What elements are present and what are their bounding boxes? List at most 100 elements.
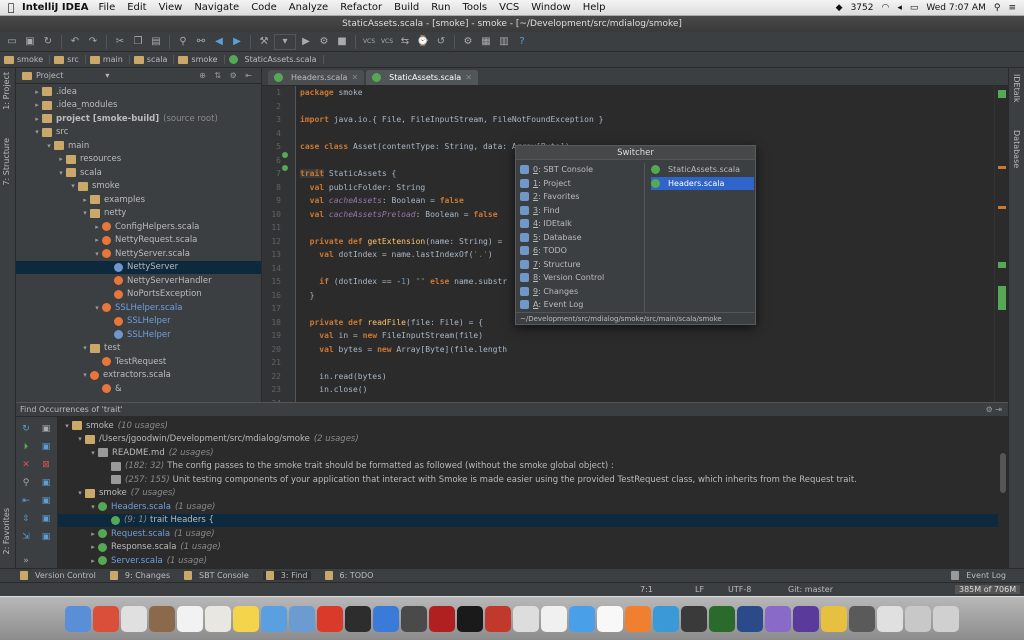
chevron-right-icon[interactable]: ▸ [56, 155, 66, 163]
chevron-down-icon[interactable]: ▾ [44, 142, 54, 150]
breadcrumb-item[interactable]: src [54, 55, 86, 64]
app-icon[interactable] [709, 605, 735, 632]
chevron-down-icon[interactable]: ▾ [88, 503, 98, 511]
forward-icon[interactable]: ▶ [229, 34, 245, 50]
tree-item[interactable]: & [16, 382, 261, 396]
document-icon[interactable] [877, 605, 903, 632]
app-icon[interactable] [765, 605, 791, 632]
debug-icon[interactable]: ⚙ [316, 34, 332, 50]
back-icon[interactable]: ◀ [211, 34, 227, 50]
tree-item[interactable]: ▸ examples [16, 193, 261, 207]
menu-view[interactable]: View [159, 2, 183, 13]
tab-idetalk[interactable]: IDEtalk [1012, 74, 1021, 102]
menu-help[interactable]: Help [583, 2, 606, 13]
list-icon[interactable]: ≡ [1008, 3, 1016, 13]
tree-item[interactable]: NettyServerHandler [16, 274, 261, 288]
find-scrollbar[interactable] [1000, 453, 1006, 493]
chevron-right-icon[interactable]: ▸ [88, 530, 98, 538]
chevron-down-icon[interactable]: ▾ [80, 344, 90, 352]
safari-icon[interactable] [121, 605, 147, 632]
exclude-icon[interactable]: ⊠ [40, 459, 52, 471]
tree-item[interactable]: ▾ SSLHelper.scala [16, 301, 261, 315]
implemented-marker-icon[interactable] [282, 152, 288, 158]
vlc-icon[interactable] [625, 605, 651, 632]
spotlight-icon[interactable]: ⚲ [994, 3, 1001, 13]
run-icon[interactable]: ▶ [298, 34, 314, 50]
app-icon[interactable] [401, 605, 427, 632]
compare-icon[interactable]: ⇆ [397, 34, 413, 50]
apple-icon[interactable]:  [0, 1, 22, 14]
redo-icon[interactable]: ↷ [85, 34, 101, 50]
chevron-down-icon[interactable]: ▾ [88, 449, 98, 457]
tree-item[interactable]: NettyServer [16, 260, 261, 274]
chrome-icon[interactable] [821, 605, 847, 632]
messages-icon[interactable] [569, 605, 595, 632]
chevron-right-icon[interactable]: ▸ [88, 557, 98, 565]
chevron-down-icon[interactable]: ▾ [32, 128, 42, 136]
paste-icon[interactable]: ▤ [148, 34, 164, 50]
tree-item[interactable]: ▾ main [16, 139, 261, 153]
menu-code[interactable]: Code [251, 2, 277, 13]
tree-item[interactable]: ▸ ConfigHelpers.scala [16, 220, 261, 234]
menu-analyze[interactable]: Analyze [289, 2, 328, 13]
app-store-icon[interactable] [289, 605, 315, 632]
tab-project[interactable]: 1: Project [2, 72, 11, 110]
cut-icon[interactable]: ✂ [112, 34, 128, 50]
chevron-down-icon[interactable]: ▾ [75, 435, 85, 443]
app-icon[interactable] [681, 605, 707, 632]
tree-item[interactable]: SSLHelper [16, 328, 261, 342]
tree-item[interactable]: ▸ NettyRequest.scala [16, 234, 261, 248]
chevron-right-icon[interactable]: ▸ [88, 543, 98, 551]
save-icon[interactable]: ▣ [22, 34, 38, 50]
wifi-icon[interactable]: ◠ [881, 3, 889, 13]
tree-item[interactable]: ▾ test [16, 342, 261, 356]
tree-item[interactable]: ▾ NettyServer.scala [16, 247, 261, 261]
structure-icon[interactable]: ▦ [478, 34, 494, 50]
switcher-tool-item[interactable]: 9: Changes [520, 285, 638, 299]
marker[interactable] [998, 286, 1006, 310]
implemented-marker-icon[interactable] [282, 165, 288, 171]
menu-file[interactable]: File [98, 2, 115, 13]
switcher-tool-item[interactable]: 2: Favorites [520, 190, 638, 204]
history-icon[interactable]: ⌚ [415, 34, 431, 50]
marker[interactable] [998, 166, 1006, 169]
copy-icon[interactable]: ❐ [130, 34, 146, 50]
menu-run[interactable]: Run [431, 2, 450, 13]
menu-edit[interactable]: Edit [127, 2, 146, 13]
editor-tab[interactable]: Headers.scala ✕ [268, 70, 365, 85]
replace-icon[interactable]: ⚯ [193, 34, 209, 50]
chevron-down-icon[interactable]: ▾ [75, 489, 85, 497]
app-icon[interactable] [513, 605, 539, 632]
find-result-row[interactable]: ▾ Headers.scala (1 usage) [58, 500, 998, 514]
chevron-down-icon[interactable]: ▾ [56, 169, 66, 177]
chevron-down-icon[interactable]: ▾ [62, 422, 72, 430]
textedit-icon[interactable] [597, 605, 623, 632]
menu-navigate[interactable]: Navigate [194, 2, 239, 13]
group-icon[interactable]: ▣ [40, 441, 52, 453]
activity-monitor-icon[interactable] [345, 605, 371, 632]
previous-icon[interactable]: ⇤ [20, 495, 32, 507]
find-result-row[interactable]: ▸ Server.scala (1 usage) [58, 554, 998, 568]
find-result-row[interactable]: ▾ smoke (7 usages) [58, 487, 998, 501]
notification-badge[interactable]: 3752 [851, 3, 874, 13]
breadcrumb-item[interactable]: smoke [178, 55, 225, 64]
tab-database[interactable]: Database [1012, 130, 1021, 168]
notes-icon[interactable] [205, 605, 231, 632]
preview-icon[interactable] [541, 605, 567, 632]
chevron-right-icon[interactable]: ▸ [80, 196, 90, 204]
downloads-icon[interactable] [905, 605, 931, 632]
bottom-tool-button[interactable]: SBT Console [184, 571, 249, 580]
find-result-row[interactable]: (9: 1) trait Headers { [58, 513, 998, 527]
vcs-commit-icon[interactable]: VCS [379, 34, 395, 50]
stickies-icon[interactable] [233, 605, 259, 632]
switcher-tool-item[interactable]: A: Event Log [520, 298, 638, 312]
find-result-row[interactable]: ▾ README.md (2 usages) [58, 446, 998, 460]
chevron-down-icon[interactable]: ▾ [105, 71, 109, 80]
tree-item[interactable]: ▸ .idea_modules [16, 99, 261, 113]
tree-item[interactable]: ▸ resources [16, 153, 261, 167]
editor-scrollbar[interactable] [994, 86, 1008, 402]
bottom-tool-button[interactable]: 6: TODO [324, 571, 373, 580]
tree-item[interactable]: ▸ project [smoke-build] (source root) [16, 112, 261, 126]
app-icon[interactable] [737, 605, 763, 632]
tab-structure[interactable]: 7: Structure [2, 138, 11, 186]
